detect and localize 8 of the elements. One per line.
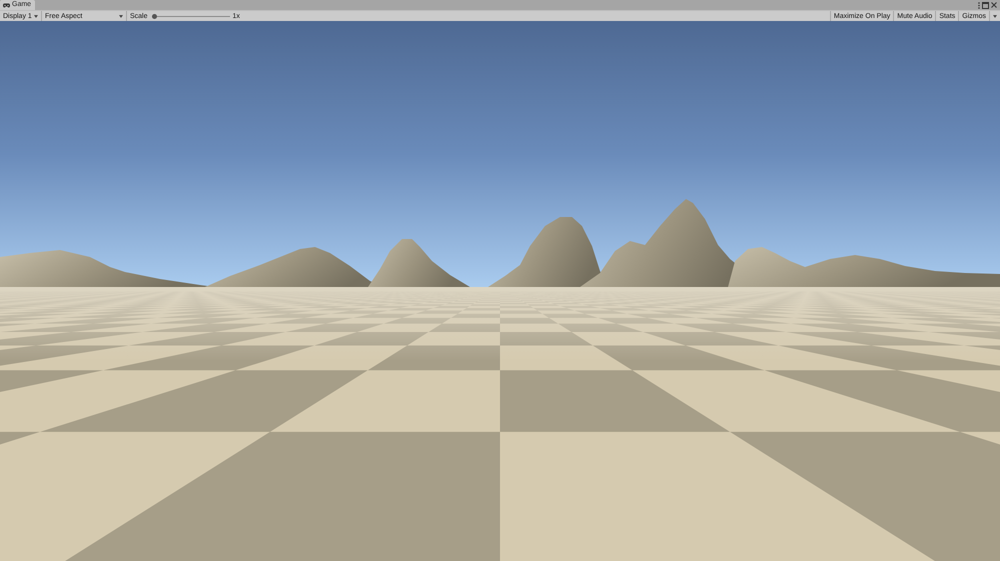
caret-icon <box>119 14 123 18</box>
maximize-icon[interactable] <box>982 2 989 8</box>
close-icon[interactable] <box>991 2 997 8</box>
scale-slider[interactable] <box>152 14 230 18</box>
slider-thumb[interactable] <box>152 14 157 18</box>
gamepad-icon <box>3 2 10 8</box>
caret-icon <box>993 14 997 18</box>
caret-icon <box>34 14 38 18</box>
